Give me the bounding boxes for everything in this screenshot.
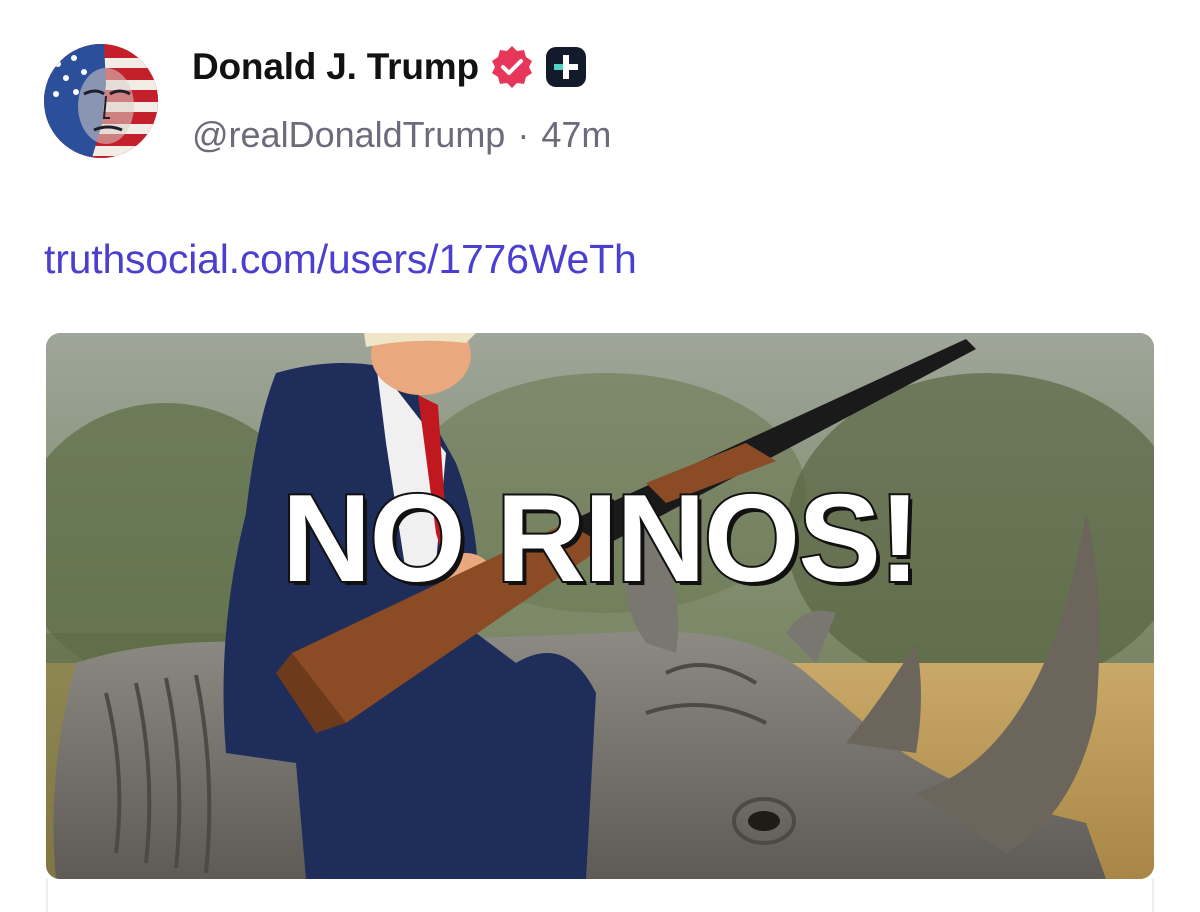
author-display-name[interactable]: Donald J. Trump xyxy=(192,46,479,88)
post-media-image[interactable]: NO RINOS! xyxy=(46,333,1154,879)
link-preview-card[interactable] xyxy=(46,879,1154,912)
author-handle[interactable]: @realDonaldTrump xyxy=(192,114,505,156)
post-timestamp[interactable]: 47m xyxy=(541,114,611,156)
author-avatar[interactable] xyxy=(44,44,158,158)
truth-post: Donald J. Trump @realDonaldTrump · 47m t… xyxy=(0,0,1200,912)
meta-separator: · xyxy=(517,114,530,155)
verified-badge-icon xyxy=(491,46,532,88)
author-name-row: Donald J. Trump xyxy=(192,42,587,92)
post-link[interactable]: truthsocial.com/users/1776WeTh xyxy=(44,236,637,283)
plus-badge-icon xyxy=(545,47,586,87)
author-handle-row: @realDonaldTrump · 47m xyxy=(192,110,611,160)
avatar-image xyxy=(44,44,158,158)
media-illustration xyxy=(46,333,1154,879)
